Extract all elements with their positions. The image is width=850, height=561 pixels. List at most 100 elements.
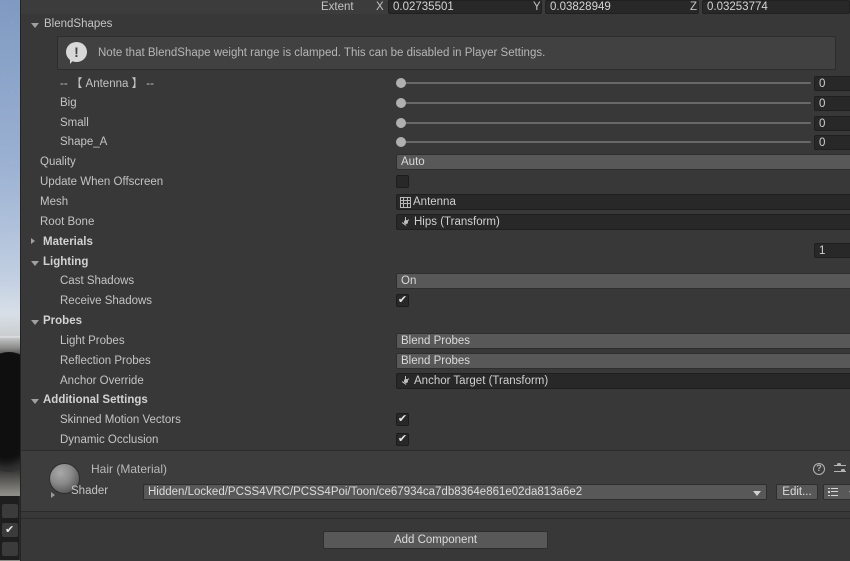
section-probes[interactable]: Probes xyxy=(21,311,850,331)
reflection-probes-row: Reflection Probes Blend Probes xyxy=(21,351,850,371)
blendshape-slider[interactable] xyxy=(396,93,811,113)
section-materials[interactable]: Materials 1 xyxy=(21,232,850,258)
mesh-row: Mesh Antenna xyxy=(21,192,850,212)
section-materials-label: Materials xyxy=(43,236,93,248)
blendshape-info-box: ! Note that BlendShape weight range is c… xyxy=(57,36,836,70)
edit-shader-button[interactable]: Edit... xyxy=(776,484,818,500)
inspector-panel: Extent X 0.02735501 Y 0.03828949 Z 0.032… xyxy=(20,0,850,561)
blendshape-name: Shape_A xyxy=(60,136,108,148)
background-field-fragment xyxy=(2,542,18,556)
dynamic-occlusion-label: Dynamic Occlusion xyxy=(60,434,159,446)
extent-z-field[interactable]: 0.03253774 xyxy=(702,0,850,14)
update-when-offscreen-label: Update When Offscreen xyxy=(40,176,164,188)
cast-shadows-label: Cast Shadows xyxy=(60,275,135,287)
background-checkmark-icon: ✔ xyxy=(5,524,15,536)
blendshape-row: Shape_A 0 xyxy=(21,132,850,152)
chevron-right-icon xyxy=(31,238,35,244)
reflection-probes-label: Reflection Probes xyxy=(60,355,151,367)
slider-track xyxy=(396,141,811,143)
mesh-object-field[interactable]: Antenna xyxy=(396,194,850,210)
slider-handle[interactable] xyxy=(396,137,406,147)
section-additional-settings-label: Additional Settings xyxy=(43,394,148,406)
blendshape-row: Big 0 xyxy=(21,93,850,113)
scene-view-strip[interactable]: ✔ xyxy=(0,0,20,561)
cast-shadows-dropdown[interactable]: On xyxy=(396,273,850,289)
material-bottom-divider xyxy=(21,511,850,512)
sky-noise xyxy=(0,0,20,561)
section-additional-settings[interactable]: Additional Settings xyxy=(21,390,850,410)
section-lighting-label: Lighting xyxy=(43,256,89,268)
transform-icon xyxy=(400,375,412,387)
blendshape-value-field[interactable]: 0 xyxy=(814,96,850,111)
section-blendshapes-label: BlendShapes xyxy=(44,18,113,30)
blendshape-value-field[interactable]: 0 xyxy=(814,135,850,150)
blendshape-row: Small 0 xyxy=(21,113,850,133)
shader-label: Shader xyxy=(71,485,109,497)
dynamic-occlusion-row: Dynamic Occlusion ✔ xyxy=(21,430,850,450)
section-lighting[interactable]: Lighting xyxy=(21,252,850,272)
blendshape-name: -- 【 Antenna 】 -- xyxy=(60,78,154,90)
unity-inspector-window: ✔ Extent X 0.02735501 Y 0.03828949 Z 0.0… xyxy=(0,0,850,561)
root-bone-row: Root Bone Hips (Transform) xyxy=(21,212,850,232)
shader-value: Hidden/Locked/PCSS4VRC/PCSS4Poi/Toon/ce6… xyxy=(148,486,583,498)
material-title: Hair (Material) xyxy=(91,462,168,476)
blendshape-name: Big xyxy=(60,97,77,109)
add-component-button[interactable]: Add Component xyxy=(323,531,548,549)
quality-dropdown[interactable]: Auto xyxy=(396,154,850,170)
shader-list-icon xyxy=(828,487,839,497)
quality-row: Quality Auto xyxy=(21,152,850,172)
blendshape-slider[interactable] xyxy=(396,132,811,152)
dynamic-occlusion-checkbox[interactable]: ✔ xyxy=(396,433,409,446)
anchor-override-label: Anchor Override xyxy=(60,375,144,387)
slider-handle[interactable] xyxy=(396,118,406,128)
root-bone-object-field[interactable]: Hips (Transform) xyxy=(396,214,850,230)
blendshape-info-text: Note that BlendShape weight range is cla… xyxy=(98,47,546,59)
shader-list-button[interactable] xyxy=(823,484,850,500)
update-when-offscreen-row: Update When Offscreen xyxy=(21,172,850,192)
slider-track xyxy=(396,122,811,124)
quality-value: Auto xyxy=(401,156,425,168)
material-inspector-block xyxy=(21,451,850,511)
blendshape-slider[interactable] xyxy=(396,113,811,133)
blendshape-name: Small xyxy=(60,117,89,129)
light-probes-dropdown[interactable]: Blend Probes xyxy=(396,333,850,349)
section-probes-label: Probes xyxy=(43,315,82,327)
slider-handle[interactable] xyxy=(396,78,406,88)
anchor-override-object-field[interactable]: Anchor Target (Transform) xyxy=(396,373,850,389)
update-when-offscreen-checkbox[interactable] xyxy=(396,175,409,188)
help-icon[interactable]: ? xyxy=(813,462,825,475)
warning-icon: ! xyxy=(66,42,88,64)
extent-row: Extent X 0.02735501 Y 0.03828949 Z 0.032… xyxy=(21,0,850,14)
mesh-grid-icon xyxy=(400,196,411,208)
background-field-fragment xyxy=(2,504,18,518)
blendshape-slider[interactable] xyxy=(396,73,811,93)
root-bone-value: Hips (Transform) xyxy=(414,216,500,228)
preset-icon[interactable] xyxy=(834,462,847,475)
blendshape-value-field[interactable]: 0 xyxy=(814,76,850,91)
extent-z-label: Z xyxy=(690,1,698,13)
scene-object-silhouette xyxy=(0,352,20,472)
blendshape-row: -- 【 Antenna 】 -- 0 xyxy=(21,73,850,93)
extent-x-field[interactable]: 0.02735501 xyxy=(388,0,542,14)
quality-label: Quality xyxy=(40,156,76,168)
light-probes-label: Light Probes xyxy=(60,335,125,347)
slider-handle[interactable] xyxy=(396,98,406,108)
horizon-line xyxy=(0,336,20,338)
extent-y-label: Y xyxy=(533,1,541,13)
light-probes-value: Blend Probes xyxy=(401,335,471,347)
receive-shadows-row: Receive Shadows ✔ xyxy=(21,291,850,311)
cast-shadows-row: Cast Shadows On xyxy=(21,271,850,291)
reflection-probes-dropdown[interactable]: Blend Probes xyxy=(396,353,850,369)
transform-icon xyxy=(400,216,412,228)
section-blendshapes[interactable]: BlendShapes xyxy=(31,14,112,34)
material-foldout-arrow[interactable] xyxy=(51,492,55,498)
receive-shadows-checkbox[interactable]: ✔ xyxy=(396,294,409,307)
blendshape-value-field[interactable]: 0 xyxy=(814,116,850,131)
mesh-value: Antenna xyxy=(413,196,456,208)
reflection-probes-value: Blend Probes xyxy=(401,355,471,367)
extent-y-field[interactable]: 0.03828949 xyxy=(545,0,699,14)
shader-dropdown[interactable]: Hidden/Locked/PCSS4VRC/PCSS4Poi/Toon/ce6… xyxy=(143,484,767,500)
chevron-down-icon xyxy=(31,399,39,404)
skinned-motion-vectors-checkbox[interactable]: ✔ xyxy=(396,413,409,426)
extent-label: Extent xyxy=(321,1,354,13)
